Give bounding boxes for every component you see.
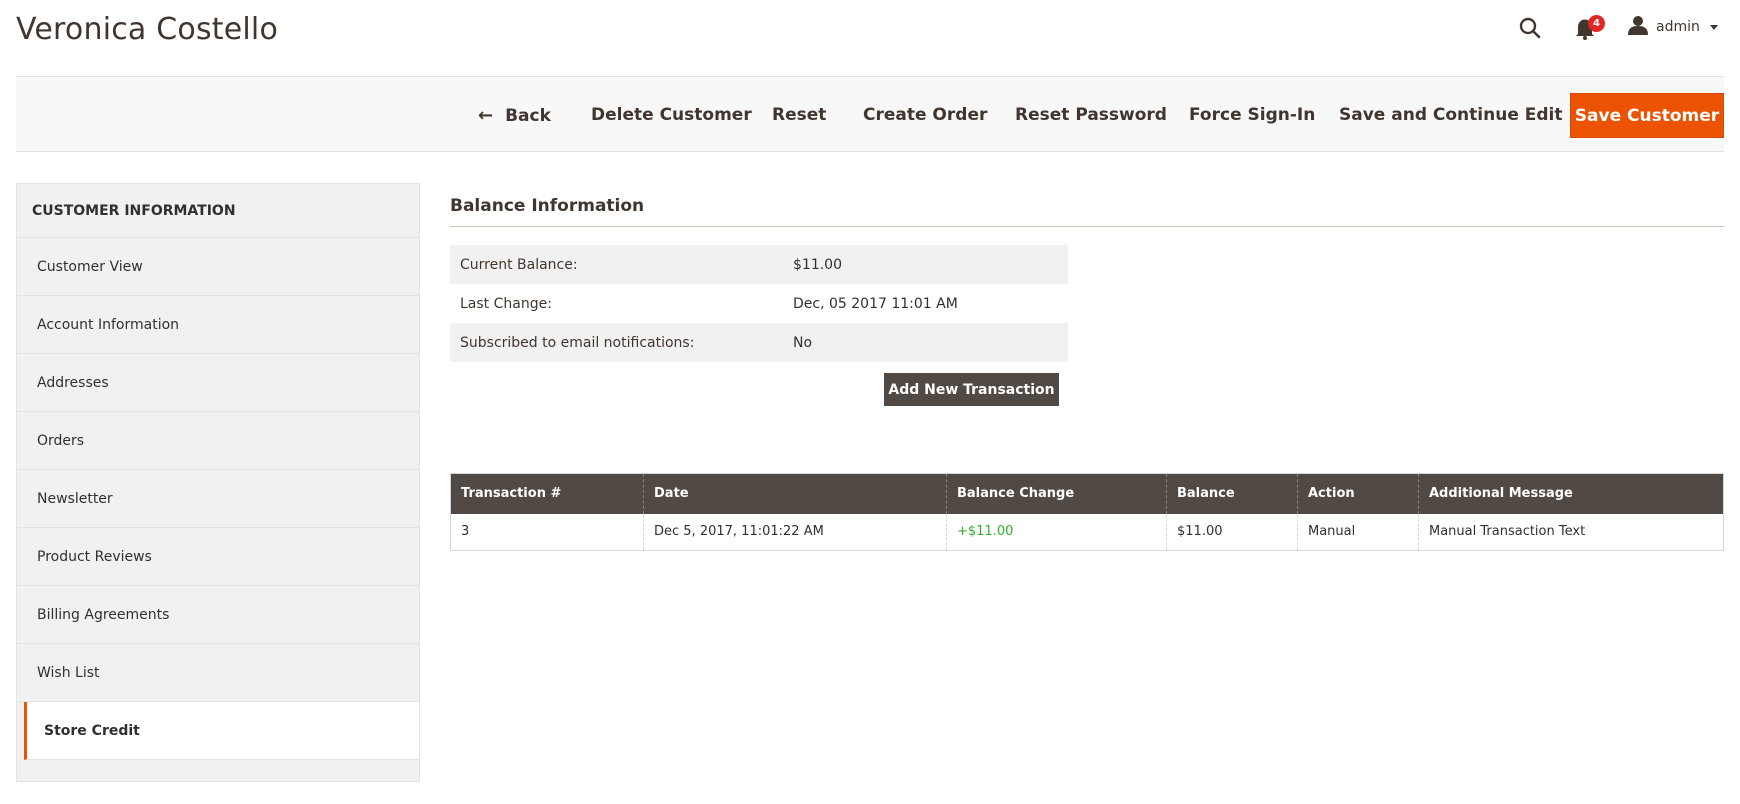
create-order-button[interactable]: Create Order — [863, 105, 987, 125]
chevron-down-icon — [1709, 24, 1718, 30]
column-header-transaction[interactable]: Transaction # — [450, 473, 644, 514]
save-customer-button[interactable]: Save Customer — [1570, 93, 1724, 138]
current-balance-value: $11.00 — [793, 256, 842, 273]
customer-info-sidebar: CUSTOMER INFORMATION Customer View Accou… — [16, 183, 420, 782]
email-subscription-value: No — [793, 334, 813, 351]
transactions-grid: Transaction # Date Balance Change Balanc… — [450, 473, 1724, 551]
section-divider — [450, 226, 1724, 227]
reset-button[interactable]: Reset — [772, 105, 826, 125]
email-subscription-label: Subscribed to email notifications: — [460, 334, 695, 351]
sidebar-item-wish-list[interactable]: Wish List — [17, 644, 419, 702]
transaction-date-cell: Dec 5, 2017, 11:01:22 AM — [643, 513, 947, 551]
user-icon — [1628, 15, 1648, 39]
page-title: Veronica Costello — [16, 12, 279, 47]
add-new-transaction-button[interactable]: Add New Transaction — [884, 373, 1059, 406]
last-change-label: Last Change: — [460, 295, 552, 312]
current-balance-label: Current Balance: — [460, 256, 578, 273]
additional-message-cell: Manual Transaction Text — [1418, 513, 1724, 551]
sidebar-item-addresses[interactable]: Addresses — [17, 354, 419, 412]
sidebar-item-store-credit[interactable]: Store Credit — [24, 702, 419, 760]
sidebar-heading: CUSTOMER INFORMATION — [17, 184, 419, 238]
column-header-date[interactable]: Date — [643, 473, 947, 514]
delete-customer-button[interactable]: Delete Customer — [591, 105, 752, 125]
arrow-left-icon: ← — [478, 105, 494, 126]
grid-header-row: Transaction # Date Balance Change Balanc… — [450, 473, 1724, 514]
column-header-balance[interactable]: Balance — [1166, 473, 1298, 514]
balance-row: Last Change: Dec, 05 2017 11:01 AM — [450, 284, 1068, 323]
admin-username: admin — [1656, 19, 1700, 35]
sidebar-item-account-information[interactable]: Account Information — [17, 296, 419, 354]
back-label: Back — [505, 106, 551, 126]
admin-user-menu[interactable]: admin — [1628, 14, 1718, 40]
column-header-additional-message[interactable]: Additional Message — [1418, 473, 1724, 514]
action-cell: Manual — [1297, 513, 1419, 551]
reset-password-button[interactable]: Reset Password — [1015, 105, 1167, 125]
balance-row: Current Balance: $11.00 — [450, 245, 1068, 284]
transaction-id-cell: 3 — [450, 513, 644, 551]
balance-row: Subscribed to email notifications: No — [450, 323, 1068, 362]
balance-section-title: Balance Information — [450, 196, 645, 216]
notification-count-badge: 4 — [1588, 15, 1605, 32]
back-button[interactable]: ← Back — [478, 105, 551, 126]
search-icon[interactable] — [1518, 16, 1542, 40]
force-signin-button[interactable]: Force Sign-In — [1189, 105, 1315, 125]
save-and-continue-button[interactable]: Save and Continue Edit — [1339, 105, 1563, 125]
page-actions-toolbar: ← Back Delete Customer Reset Create Order… — [16, 76, 1724, 152]
notifications-button[interactable]: 4 — [1574, 15, 1605, 42]
sidebar-item-customer-view[interactable]: Customer View — [17, 238, 419, 296]
column-header-action[interactable]: Action — [1297, 473, 1419, 514]
sidebar-item-product-reviews[interactable]: Product Reviews — [17, 528, 419, 586]
balance-cell: $11.00 — [1166, 513, 1298, 551]
sidebar-item-orders[interactable]: Orders — [17, 412, 419, 470]
table-row[interactable]: 3 Dec 5, 2017, 11:01:22 AM +$11.00 $11.0… — [450, 513, 1724, 551]
balance-change-cell: +$11.00 — [946, 513, 1167, 551]
sidebar-item-billing-agreements[interactable]: Billing Agreements — [17, 586, 419, 644]
balance-info-table: Current Balance: $11.00 Last Change: Dec… — [450, 245, 1068, 362]
column-header-balance-change[interactable]: Balance Change — [946, 473, 1167, 514]
last-change-value: Dec, 05 2017 11:01 AM — [793, 295, 958, 312]
sidebar-item-newsletter[interactable]: Newsletter — [17, 470, 419, 528]
